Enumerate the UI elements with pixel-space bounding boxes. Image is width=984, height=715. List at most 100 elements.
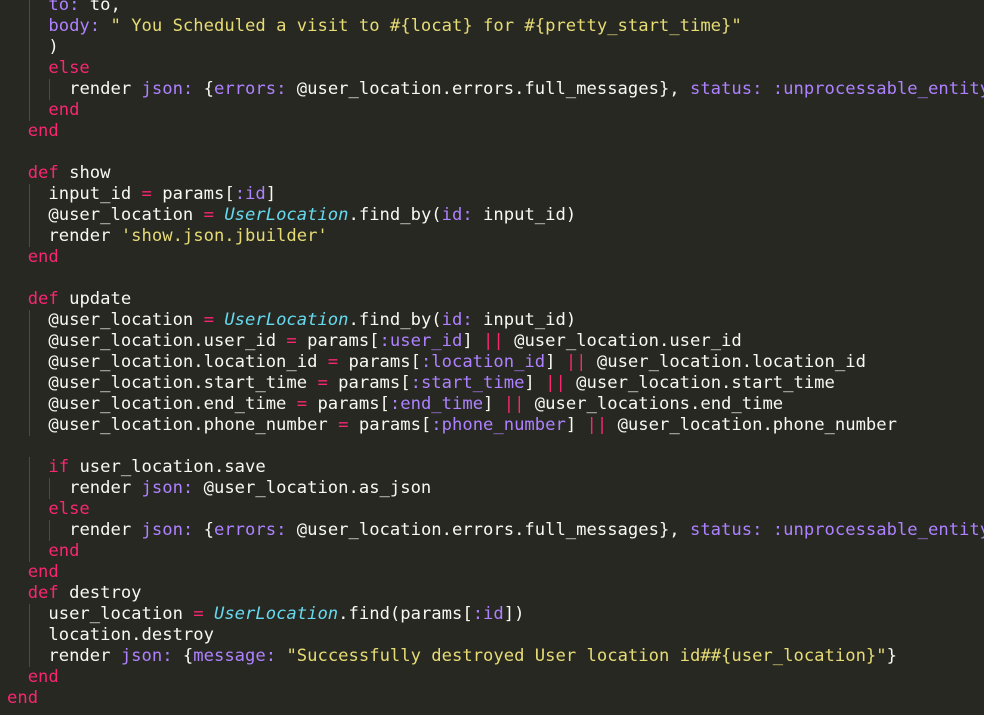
indent-guide [28,310,30,331]
indent-guide [28,226,30,247]
code-token: { [193,520,214,540]
code-token: to, [79,0,121,15]
code-line[interactable]: @user_location.phone_number = params[:ph… [48,415,897,436]
code-token: params[ [307,394,390,414]
code-token: def [27,583,59,603]
indent-guide [28,646,30,667]
code-token: "Successfully destroyed User location id… [286,646,887,666]
code-token: @user_location.user_id [503,331,742,351]
code-token: params[ [151,184,235,204]
code-line[interactable]: @user_location = UserLocation.find_by(id… [48,310,576,331]
code-token: end [27,562,59,582]
code-line[interactable]: input_id = params[:id] [48,184,276,205]
code-token: user_location [48,604,194,624]
code-token: @user_location.errors.full_messages}, [286,79,690,99]
indent-guide [28,625,30,646]
code-token: @user_location.location_id [48,352,328,372]
code-line[interactable]: else [48,58,89,79]
code-line[interactable]: else [48,499,89,520]
indent-guide [28,352,30,373]
code-token: update [69,289,132,309]
indent-guide [28,184,30,205]
indent-guide [28,541,30,562]
code-line[interactable]: to: to, [48,0,120,16]
code-token: if [48,457,70,477]
code-line[interactable]: def show [28,163,111,184]
code-line[interactable]: def destroy [28,583,142,604]
indent-guide [28,79,30,100]
code-token: = [141,184,152,204]
code-line[interactable]: render json: @user_location.as_json [69,478,431,499]
code-line[interactable]: end [7,688,38,709]
code-line[interactable]: def update [28,289,132,310]
code-line[interactable]: render json: {message: "Successfully des… [48,646,897,667]
code-token: :end_time [389,394,484,414]
code-token: || [483,331,504,351]
code-line[interactable]: render json: {errors: @user_location.err… [69,79,984,100]
code-token: = [203,310,214,330]
code-token: end [27,121,59,141]
code-token: @user_location.phone_number [48,415,339,435]
code-token: ]) [503,604,525,624]
code-token: { [172,646,194,666]
code-line[interactable]: body: " You Scheduled a visit to #{locat… [48,16,741,37]
code-token: :unprocessable_entity [772,79,984,99]
code-line[interactable]: end [28,562,59,583]
indent-guide [28,58,30,79]
code-token: .find_by( [348,310,442,330]
code-line[interactable]: @user_location = UserLocation.find_by(id… [48,205,576,226]
code-line[interactable]: @user_location.user_id = params[:user_id… [48,331,741,352]
code-token: render [48,646,121,666]
code-editor[interactable]: to: to, body: " You Scheduled a visit to … [0,0,984,715]
code-token: :id [472,604,504,624]
code-line[interactable]: end [28,247,59,268]
code-token: } [886,646,897,666]
code-token: render [69,478,142,498]
code-token: status: [689,79,763,99]
code-line[interactable]: @user_location.location_id = params[:loc… [48,352,866,373]
code-line[interactable]: @user_location.end_time = params[:end_ti… [48,394,783,415]
code-token: UserLocation [224,205,349,225]
code-line[interactable]: end [28,121,59,142]
code-line[interactable]: render json: {errors: @user_location.err… [69,520,984,541]
code-token: @user_locations.end_time [524,394,784,414]
code-line[interactable]: @user_location.start_time = params[:star… [48,373,834,394]
code-line[interactable]: location.destroy [48,625,214,646]
indent-guide [28,478,30,499]
code-line[interactable]: user_location = UserLocation.find(params… [48,604,524,625]
code-line[interactable]: end [28,667,59,688]
code-token: = [296,394,308,414]
code-token: destroy [69,583,142,603]
code-token: params[ [296,331,380,351]
code-token: input_id) [472,310,577,330]
code-token: render [69,79,142,99]
code-token: else [48,58,90,78]
indent-guide [28,499,30,520]
code-token: def [27,163,59,183]
code-line[interactable]: end [48,100,79,121]
indent-guide [28,373,30,394]
code-line[interactable]: ) [48,37,58,58]
code-line[interactable]: render 'show.json.jbuilder' [48,226,327,247]
code-token: :start_time [410,373,525,393]
code-line[interactable]: end [48,541,79,562]
code-line[interactable]: if user_location.save [48,457,265,478]
code-token: " You Scheduled a visit to #{locat} for … [110,16,742,36]
code-token: :user_id [379,331,463,351]
indent-guide [49,478,51,499]
code-token: end [27,247,59,267]
code-token: json: [141,79,194,99]
code-token: || [565,352,587,372]
code-token: ] [545,352,566,372]
code-token: json: [141,520,194,540]
code-token: show [69,163,111,183]
code-token: status: [689,520,763,540]
code-token: 'show.json.jbuilder' [120,226,328,246]
code-token: id: [441,205,473,225]
